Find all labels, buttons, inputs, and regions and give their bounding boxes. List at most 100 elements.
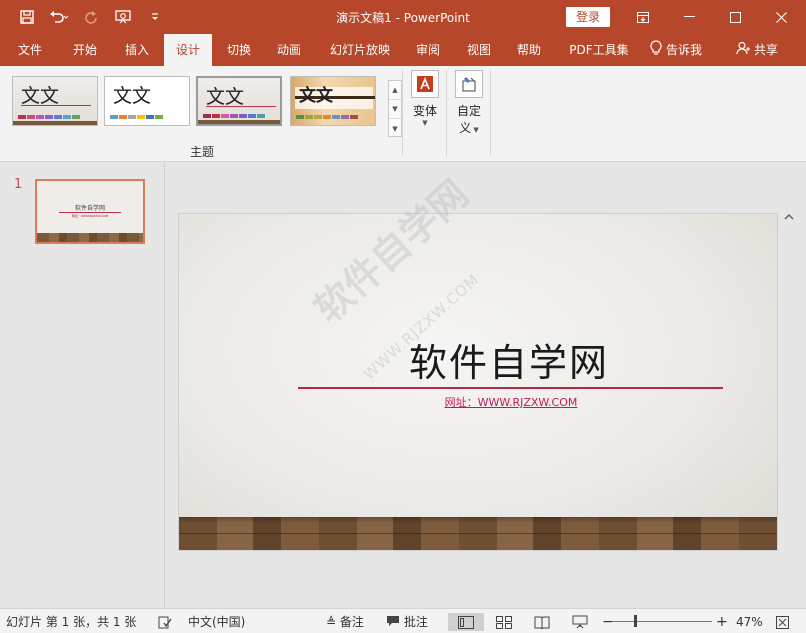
theme-office-gray[interactable]: 文文	[12, 76, 98, 126]
theme-color-swatch	[36, 115, 44, 119]
normal-view-icon[interactable]	[448, 613, 484, 631]
zoom-level[interactable]: 47%	[736, 613, 763, 631]
chevron-down-icon: ▼	[422, 119, 428, 127]
tab-view[interactable]: 视图	[456, 34, 502, 66]
present-icon[interactable]	[112, 6, 134, 28]
zoom-slider[interactable]	[612, 621, 712, 622]
theme-office[interactable]: 文文	[104, 76, 190, 126]
theme-color-swatch	[119, 115, 127, 119]
slide-thumbnail-pane: 1 软件自学网 网址：WWW.RJZXW.COM	[0, 163, 165, 608]
theme-color-swatch	[128, 115, 136, 119]
ribbon-display-options-icon[interactable]	[620, 0, 666, 34]
theme-color-swatch	[45, 115, 53, 119]
theme-color-swatch	[72, 115, 80, 119]
slideshow-icon[interactable]	[572, 613, 588, 631]
group-divider	[402, 70, 403, 156]
tab-transitions[interactable]: 切换	[216, 34, 262, 66]
notes-label: 备注	[339, 615, 364, 629]
slide-sorter-icon[interactable]	[496, 613, 512, 631]
customize-button[interactable]: 自定 义 ▼	[452, 70, 486, 136]
group-divider	[446, 70, 447, 156]
minimize-icon[interactable]	[666, 0, 712, 34]
theme-color-swatch	[323, 115, 331, 119]
share-label: 共享	[754, 43, 779, 57]
fit-to-window-icon[interactable]	[776, 613, 789, 631]
tab-review[interactable]: 审阅	[406, 34, 450, 66]
ribbon-tabs: 文件 开始 插入 设计 切换 动画 幻灯片放映 审阅 视图 帮助 PDF工具集 …	[0, 34, 806, 66]
save-icon[interactable]	[16, 6, 38, 28]
theme-wood-selected[interactable]: 文文	[196, 76, 282, 126]
customize-icon[interactable]	[144, 6, 166, 28]
tell-me-search[interactable]: 告诉我	[646, 34, 716, 66]
collapse-ribbon-icon[interactable]	[784, 212, 794, 223]
slide-thumbnail[interactable]: 软件自学网 网址：WWW.RJZXW.COM	[35, 179, 145, 244]
slide-number: 1	[14, 177, 23, 192]
title-accent-line	[298, 387, 723, 389]
comment-icon	[386, 614, 400, 632]
comments-button[interactable]: 批注	[386, 613, 428, 631]
chevron-down-icon[interactable]: ▼	[389, 100, 401, 119]
theme-preview-text: 文文	[113, 85, 152, 107]
tab-file[interactable]: 文件	[8, 34, 52, 66]
theme-color-swatch	[27, 115, 35, 119]
theme-color-swatch	[54, 115, 62, 119]
theme-color-swatch	[332, 115, 340, 119]
notes-icon: ≜	[326, 615, 337, 629]
theme-wood-tan[interactable]: 文文	[290, 76, 376, 126]
tab-slideshow[interactable]: 幻灯片放映	[320, 34, 400, 66]
slide-subtitle[interactable]: 网址：WWW.RJZXW.COM	[299, 394, 723, 410]
redo-icon[interactable]	[80, 6, 102, 28]
slide-title[interactable]: 软件自学网	[299, 332, 719, 387]
ribbon-design: 文文 文文 文文 文文 ▲ ▼ ▼ 主题 变体 ▼ 自定 义 ▼	[0, 66, 806, 220]
theme-color-swatch	[248, 114, 256, 118]
thumbnail-floor	[37, 233, 143, 242]
tab-animations[interactable]: 动画	[266, 34, 312, 66]
zoom-slider-thumb[interactable]	[634, 615, 637, 627]
share-button[interactable]: 共享	[730, 34, 790, 66]
variants-label: 变体	[412, 104, 437, 118]
more-themes-icon[interactable]: ▼	[389, 119, 401, 138]
theme-color-swatch	[230, 114, 238, 118]
theme-color-swatch	[239, 114, 247, 118]
status-bar: 幻灯片 第 1 张，共 1 张 中文(中国) ≜ 备注 批注 − + 47%	[0, 608, 806, 633]
zoom-out-icon[interactable]: −	[602, 613, 614, 631]
theme-color-swatch	[110, 115, 118, 119]
theme-color-swatch	[203, 114, 211, 118]
wood-floor-image	[179, 517, 777, 550]
tab-pdf-tools[interactable]: PDF工具集	[560, 34, 638, 66]
person-icon	[736, 35, 750, 67]
theme-color-swatch	[221, 114, 229, 118]
language-indicator[interactable]: 中文(中国)	[188, 613, 245, 631]
theme-preview-text: 文文	[21, 85, 60, 107]
theme-preview-text: 文文	[206, 86, 245, 108]
gallery-scroll[interactable]: ▲ ▼ ▼	[388, 80, 402, 137]
theme-preview-text: 文文	[299, 86, 333, 106]
theme-color-swatch	[146, 115, 154, 119]
tab-home[interactable]: 开始	[62, 34, 108, 66]
theme-color-swatch	[257, 114, 265, 118]
notes-button[interactable]: ≜ 备注	[326, 613, 364, 631]
chevron-up-icon[interactable]: ▲	[389, 81, 401, 100]
tab-design[interactable]: 设计	[164, 34, 212, 66]
zoom-in-icon[interactable]: +	[716, 613, 728, 631]
slide-counter: 幻灯片 第 1 张，共 1 张	[6, 615, 137, 629]
undo-icon[interactable]	[48, 6, 70, 28]
variants-button[interactable]: 变体 ▼	[408, 70, 442, 127]
comments-label: 批注	[403, 615, 428, 629]
tab-insert[interactable]: 插入	[114, 34, 160, 66]
theme-color-swatch	[296, 115, 304, 119]
customize-label: 自定	[456, 104, 481, 118]
title-bar: 演示文稿1 - PowerPoint 登录	[0, 0, 806, 34]
tab-help[interactable]: 帮助	[506, 34, 552, 66]
variants-icon	[411, 70, 439, 98]
spellcheck-icon[interactable]	[158, 613, 172, 631]
slide-canvas[interactable]: 软件自学网 网址：WWW.RJZXW.COM	[178, 213, 778, 551]
maximize-icon[interactable]	[712, 0, 758, 34]
login-button[interactable]: 登录	[566, 7, 610, 27]
theme-color-swatch	[341, 115, 349, 119]
close-icon[interactable]	[758, 0, 804, 34]
theme-color-swatch	[212, 114, 220, 118]
theme-color-swatch	[18, 115, 26, 119]
reading-view-icon[interactable]	[534, 613, 550, 631]
thumbnail-subtitle: 网址：WWW.RJZXW.COM	[71, 214, 109, 218]
